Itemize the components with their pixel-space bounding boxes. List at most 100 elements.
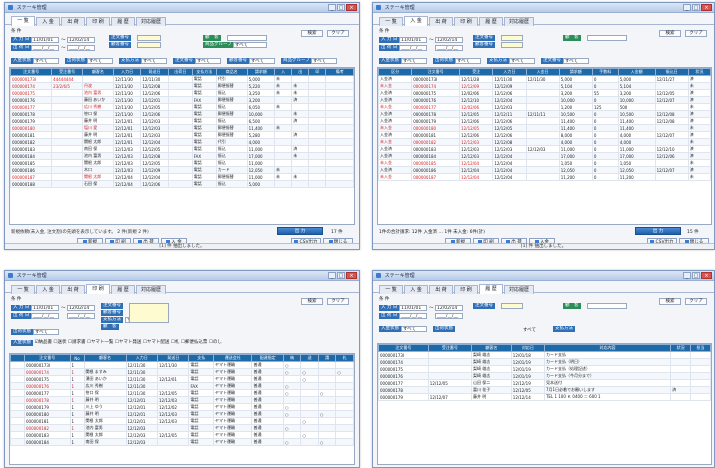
print-row[interactable]: 000000173I 1 12/11/30 12/11/30 電話 ヤマト運輸 普通 ○ bbox=[10, 361, 354, 369]
entry-date-from[interactable]: 11/01/01 bbox=[31, 305, 59, 311]
customer-no-input[interactable] bbox=[501, 42, 523, 48]
order-no-input[interactable] bbox=[501, 35, 523, 41]
column-header[interactable]: 印 bbox=[308, 68, 327, 76]
column-header[interactable]: 発送日 bbox=[140, 68, 169, 76]
history-row[interactable]: 000000177 12/12/05 山田 保二 12/12/19 見本送付 bbox=[378, 379, 711, 387]
column-header[interactable]: 状況 bbox=[687, 68, 711, 76]
column-header[interactable]: No bbox=[69, 354, 85, 362]
deposit-row[interactable]: 未入金 000000177 12/02/06 12/12/03 1,200 125 500 未 bbox=[378, 103, 711, 111]
print-type-3[interactable]: ☐ヤマト一覧 bbox=[87, 340, 114, 345]
column-header[interactable]: 運送会社 bbox=[212, 354, 253, 362]
order-row[interactable]: 000000181 藤井 明 12/12/01 12/12/03 電話 郵便振替 5,280… bbox=[10, 131, 354, 139]
column-header[interactable]: 請 bbox=[317, 354, 337, 362]
column-header[interactable]: 送 bbox=[300, 354, 319, 362]
minimize-button[interactable]: _ bbox=[328, 272, 336, 279]
entry-date-to[interactable]: 12/02/14 bbox=[435, 305, 463, 311]
shipping-status-select[interactable]: すべて bbox=[33, 329, 59, 335]
print-type-0[interactable]: ☑納品書 bbox=[34, 340, 52, 345]
column-header[interactable]: 入金日 bbox=[525, 68, 560, 76]
column-header[interactable]: 対応内容 bbox=[543, 344, 672, 352]
print-row[interactable]: 000000179 1 川上 ゆう 12/12/01 12/12/02 電話 ヤマト運輸 普通… bbox=[10, 403, 354, 411]
close-button[interactable]: × bbox=[701, 272, 712, 279]
column-header[interactable]: 入力日 bbox=[125, 354, 158, 362]
column-header[interactable]: 請求額 bbox=[246, 68, 276, 76]
print-row[interactable]: 000000174 1 関根 ますみ 12/11/30 電話 ヤマト運輸 普通 ○ ○ ○ bbox=[10, 368, 354, 376]
column-header[interactable]: 受注 bbox=[459, 68, 494, 76]
delivery-date-from[interactable]: ____/__/__ bbox=[399, 313, 427, 319]
payment-method-select[interactable]: すべて bbox=[141, 58, 167, 64]
payment-method-select[interactable]: すべて bbox=[509, 58, 535, 64]
deposit-row[interactable]: 入金済 000000186 12/12/04 12/12/04 12,050 0 12,05… bbox=[378, 166, 711, 174]
print-row[interactable]: 000000184 1 南田 保 12/12/03 電話 ヤマト運輸 普通 ○ ○ bbox=[10, 438, 354, 446]
print-row[interactable]: 000000178 1 藤井 明 12/12/01 12/12/03 電話 ヤマト運輸 普通 bbox=[10, 396, 354, 404]
order-row[interactable]: 000000186 木口 12/12/03 12/12/09 電話 カード 12,050 未 bbox=[10, 166, 354, 174]
history-row[interactable]: 000000174 梨崎 雄志 12/01/19 カード支払（明日） bbox=[378, 358, 711, 366]
deposit-row[interactable]: 入金済 000000181 12/12/06 12/12/06 8,000 0 4,000 1… bbox=[378, 131, 711, 139]
history-row[interactable]: 000000178 冨川 花子 12/12/05 7月1日必着でお願いします済 bbox=[378, 386, 711, 394]
entry-date-to[interactable]: 12/02/14 bbox=[435, 37, 463, 43]
entry-date-to[interactable]: 12/02/14 bbox=[67, 37, 95, 43]
entry-date-to[interactable]: 12/02/14 bbox=[67, 305, 95, 311]
deposit-row[interactable]: 未入金 000000180 12/12/05 12/12/05 11,400 0 11,40… bbox=[378, 124, 711, 132]
deposit-row[interactable]: 入金済 000000184 12/12/03 12/12/04 17,000 0 17,00… bbox=[378, 152, 711, 160]
print-type-7[interactable]: ☐郵便払込票 bbox=[181, 340, 208, 345]
print-row[interactable]: 000000182 1 池内 富男 12/12/03 電話 ヤマト運輸 普通 ○ bbox=[10, 424, 354, 432]
clear-button[interactable]: クリア bbox=[685, 30, 707, 37]
column-header[interactable]: 区分 bbox=[378, 68, 413, 76]
order-row[interactable]: 000000178 笹口 保 12/11/30 12/12/06 電話 郵便振替 10,00… bbox=[10, 110, 354, 118]
column-header[interactable]: 担当 bbox=[690, 344, 711, 352]
column-header[interactable]: 発送日 bbox=[156, 354, 190, 362]
order-row[interactable]: 000000176 藤田 あいか 12/11/30 12/12/01 FAX 郵便振替 3,… bbox=[10, 96, 354, 104]
print-type-4[interactable]: ☐ヤマト発送 bbox=[115, 340, 142, 345]
deposit-row[interactable]: 未入金 000000182 12/12/03 12/12/08 4,000 0 4,000 未 bbox=[378, 138, 711, 146]
print-row[interactable]: 000000177 1 笹口 保 12/11/30 12/12/05 電話 ヤマト運輸 普通 ○… bbox=[10, 389, 354, 397]
search-button[interactable]: 検索 bbox=[659, 30, 681, 37]
column-header[interactable]: 札 bbox=[335, 354, 354, 362]
print-type-2[interactable]: ☐請求書 bbox=[68, 340, 86, 345]
history-row[interactable]: 000000175 梨崎 雄志 12/01/19 カード支払（処理記述） bbox=[378, 365, 711, 373]
minimize-button[interactable]: _ bbox=[683, 4, 691, 11]
deposit-row[interactable]: 入金済 000000183 12/12/03 12/12/03 12/12/03 11,0… bbox=[378, 145, 711, 153]
deposit-row[interactable]: 入金済 000000178 12/12/05 12/12/11 12/11/11 10,5… bbox=[378, 110, 711, 118]
column-header[interactable]: 出 bbox=[291, 68, 310, 76]
entry-date-from[interactable]: 11/01/01 bbox=[31, 37, 59, 43]
column-header[interactable]: 出荷日 bbox=[167, 68, 193, 76]
column-header[interactable]: 入力日 bbox=[492, 68, 527, 76]
maximize-button[interactable]: □ bbox=[337, 272, 345, 279]
customer-input[interactable] bbox=[227, 35, 267, 41]
filter-select-4[interactable]: すべて bbox=[195, 58, 221, 64]
print-row[interactable]: 000000183 1 関根 太郎 12/12/03 12/12/05 電話 ヤマト運輸 普通… bbox=[10, 431, 354, 439]
column-header[interactable]: 納 bbox=[282, 354, 302, 362]
column-header[interactable]: 入金額 bbox=[617, 68, 656, 76]
column-header[interactable]: 注文番号 bbox=[411, 68, 461, 76]
deposit-row[interactable]: 入金済 000000179 12/12/06 12/12/06 11,400 0 11,40… bbox=[378, 117, 711, 125]
order-row[interactable]: 000000175 池内 富男 12/11/30 12/12/06 電話 振込 3,250 未… bbox=[10, 89, 354, 97]
column-header[interactable]: 振込日 bbox=[654, 68, 689, 76]
close-button[interactable]: × bbox=[701, 4, 712, 11]
output-button[interactable]: 出 力 bbox=[635, 227, 681, 235]
customer-input[interactable] bbox=[587, 35, 627, 41]
print-row[interactable]: 000000180 1 藤井 明 12/12/01 12/12/03 電話 ヤマト運輸 普通 ○… bbox=[10, 410, 354, 418]
delivery-date-to[interactable]: ____/__/__ bbox=[435, 45, 463, 51]
column-header[interactable]: 支払方法 bbox=[191, 68, 217, 76]
clear-button[interactable]: クリア bbox=[327, 298, 349, 305]
order-no-input[interactable] bbox=[129, 303, 169, 323]
order-row[interactable]: 000000177 広川 秀樹 12/11/30 12/12/05 電話 振込 6,050 未 bbox=[10, 103, 354, 111]
column-header[interactable]: 支払 bbox=[188, 354, 214, 362]
print-row[interactable]: 000000181 1 関根 太郎 12/12/01 12/12/03 電話 ヤマト運輸 普通… bbox=[10, 417, 354, 425]
entry-date-from[interactable]: 11/01/01 bbox=[399, 37, 427, 43]
order-row[interactable]: 000000180 塩川 愛 12/12/01 12/12/03 電話 郵便振替 11,40… bbox=[10, 124, 354, 132]
history-row[interactable]: 000000176 梨崎 雄志 12/01/19 カード支払（今月分まで） bbox=[378, 372, 711, 380]
delivery-date-from[interactable]: ____/__/__ bbox=[31, 313, 59, 319]
search-button[interactable]: 検索 bbox=[301, 298, 323, 305]
column-header[interactable]: 受注番号 bbox=[51, 68, 84, 76]
column-header[interactable]: 入 bbox=[274, 68, 293, 76]
column-header[interactable]: 備考 bbox=[325, 68, 354, 76]
delivery-date-to[interactable]: ____/__/__ bbox=[67, 45, 95, 51]
column-header[interactable]: 入力日 bbox=[112, 68, 142, 76]
maximize-button[interactable]: □ bbox=[692, 272, 700, 279]
print-type-1[interactable]: ☐送状 bbox=[53, 340, 66, 345]
column-header[interactable]: 請求額 bbox=[558, 68, 593, 76]
order-row[interactable]: 000000182 関根 太郎 12/12/01 12/12/04 電話 代引 4,000 bbox=[10, 138, 354, 146]
filter-select-6[interactable]: すべて bbox=[311, 58, 337, 64]
